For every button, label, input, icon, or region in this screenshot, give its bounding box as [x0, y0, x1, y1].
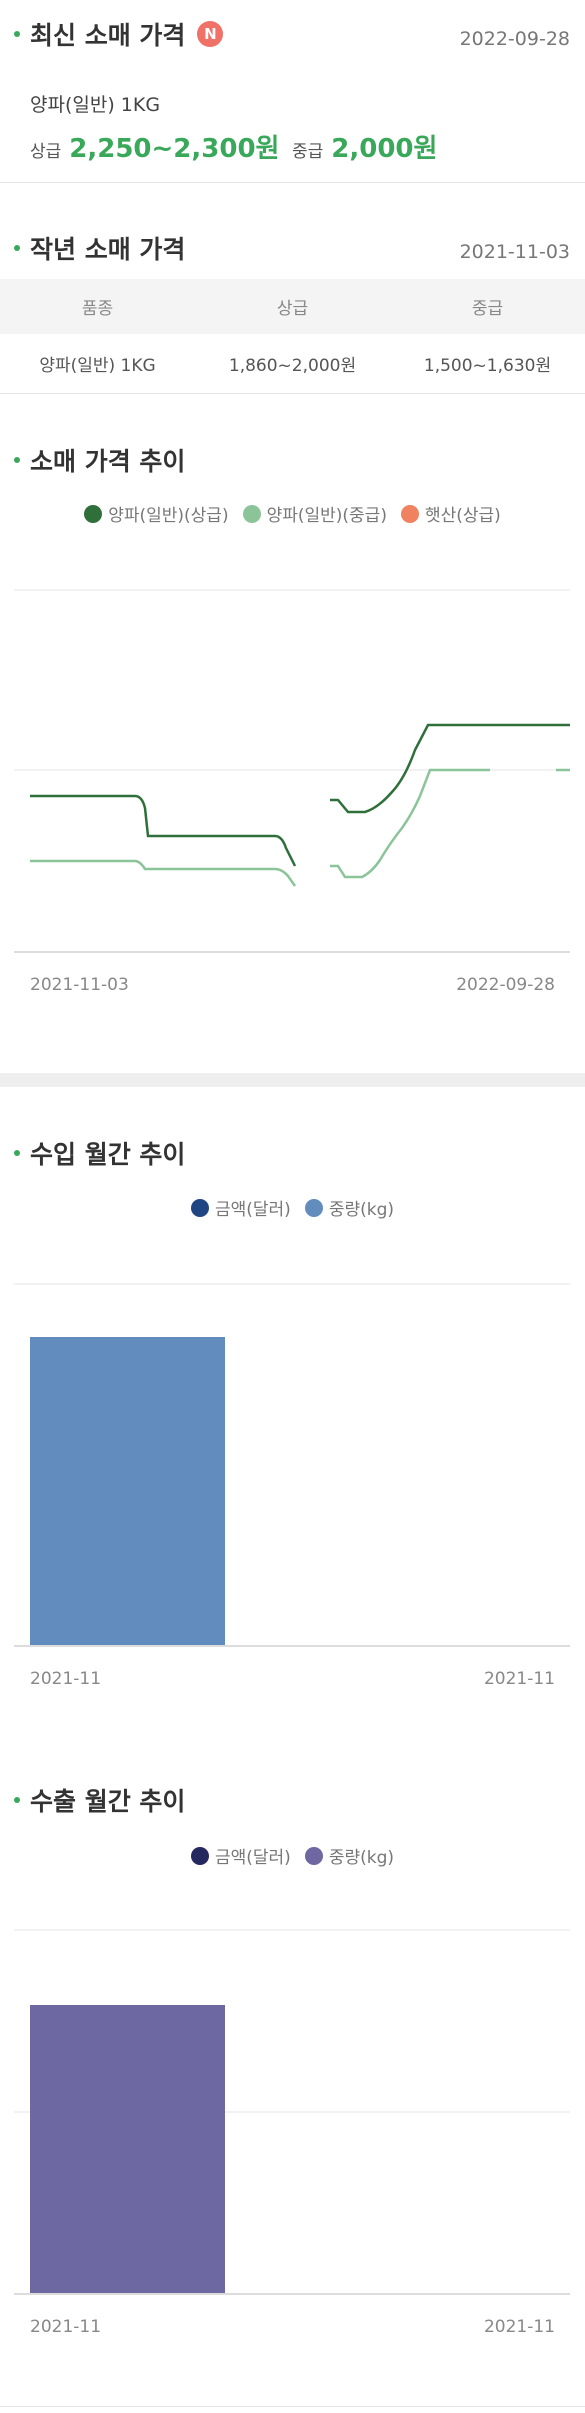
header-grade-mid: 중급 — [471, 299, 504, 319]
cell-grade-high: 1,860~2,000원 — [228, 356, 357, 376]
export-bar — [30, 2005, 225, 2293]
table-row: 양파(일반) 1KG 1,860~2,000원 1,500~1,630원 — [0, 334, 585, 394]
x-tick-start: 2021-11-03 — [30, 975, 129, 995]
legend-dot-icon — [304, 1198, 323, 1217]
legend-item-weight[interactable]: 중량(kg) — [304, 1843, 394, 1868]
last-year-retail-title: 작년 소매 가격 — [14, 230, 185, 266]
x-tick-start: 2021-11 — [30, 2317, 101, 2337]
header-grade-high: 상급 — [276, 299, 309, 319]
x-tick-end: 2022-09-28 — [456, 975, 555, 995]
last-year-retail-date: 2021-11-03 — [459, 241, 570, 263]
latest-retail-date: 2022-09-28 — [459, 28, 570, 50]
latest-retail-title: 최신 소매 가격 N — [14, 16, 224, 52]
grade-high-price-row: 상급 2,250~2,300원 — [30, 128, 279, 165]
x-tick-end: 2021-11 — [484, 2317, 555, 2337]
legend-dot-icon — [84, 504, 103, 523]
grade-high-price: 2,250~2,300원 — [69, 134, 280, 164]
header-variety: 품종 — [81, 299, 114, 319]
legend-dot-icon — [190, 1846, 209, 1865]
price-table-header: 품종 상급 중급 — [0, 279, 585, 334]
import-trend-title: 수입 월간 추이 — [14, 1135, 185, 1171]
import-trend-legend: 금액(달러) 중량(kg) — [0, 1195, 585, 1220]
cell-variety: 양파(일반) 1KG — [39, 356, 156, 376]
bullet-dot-icon — [14, 457, 20, 463]
legend-item-high[interactable]: 양파(일반)(상급) — [84, 501, 229, 526]
x-tick-start: 2021-11 — [30, 1669, 101, 1689]
grade-mid-price: 2,000원 — [331, 134, 438, 164]
series-line-high — [330, 723, 570, 814]
legend-item-amount[interactable]: 금액(달러) — [190, 1195, 291, 1220]
series-line-mid — [330, 768, 490, 879]
grade-mid-price-row: 중급 2,000원 — [292, 128, 437, 165]
section-separator — [0, 1073, 585, 1087]
legend-item-weight[interactable]: 중량(kg) — [304, 1195, 394, 1220]
retail-trend-legend: 양파(일반)(상급) 양파(일반)(중급) 햇산(상급) — [0, 501, 585, 526]
import-bar — [30, 1337, 225, 1645]
section-divider — [0, 182, 585, 183]
x-tick-end: 2021-11 — [484, 1669, 555, 1689]
retail-trend-title: 소매 가격 추이 — [14, 442, 185, 478]
export-trend-legend: 금액(달러) 중량(kg) — [0, 1843, 585, 1868]
legend-item-mid[interactable]: 양파(일반)(중급) — [242, 501, 387, 526]
legend-item-amount[interactable]: 금액(달러) — [190, 1843, 291, 1868]
export-trend-title: 수출 월간 추이 — [14, 1782, 185, 1818]
cell-grade-mid: 1,500~1,630원 — [423, 356, 552, 376]
legend-dot-icon — [242, 504, 261, 523]
retail-trend-chart: 2021-11-03 2022-09-28 — [14, 589, 570, 995]
legend-item-new-crop[interactable]: 햇산(상급) — [400, 501, 501, 526]
legend-dot-icon — [304, 1846, 323, 1865]
bullet-dot-icon — [14, 31, 20, 37]
bullet-dot-icon — [14, 245, 20, 251]
new-badge: N — [197, 21, 224, 47]
bullet-dot-icon — [14, 1797, 20, 1803]
series-line-high — [30, 794, 297, 867]
export-trend-chart: 2021-11 2021-11 — [14, 1929, 570, 2337]
grade-mid-label: 중급 — [292, 142, 324, 162]
bullet-dot-icon — [14, 1150, 20, 1156]
grade-high-label: 상급 — [30, 142, 62, 162]
series-line-mid — [30, 859, 297, 887]
import-trend-chart: 2021-11 2021-11 — [14, 1283, 570, 1689]
section-divider — [0, 2406, 585, 2407]
legend-dot-icon — [190, 1198, 209, 1217]
product-name: 양파(일반) 1KG — [30, 94, 161, 116]
legend-dot-icon — [400, 504, 419, 523]
